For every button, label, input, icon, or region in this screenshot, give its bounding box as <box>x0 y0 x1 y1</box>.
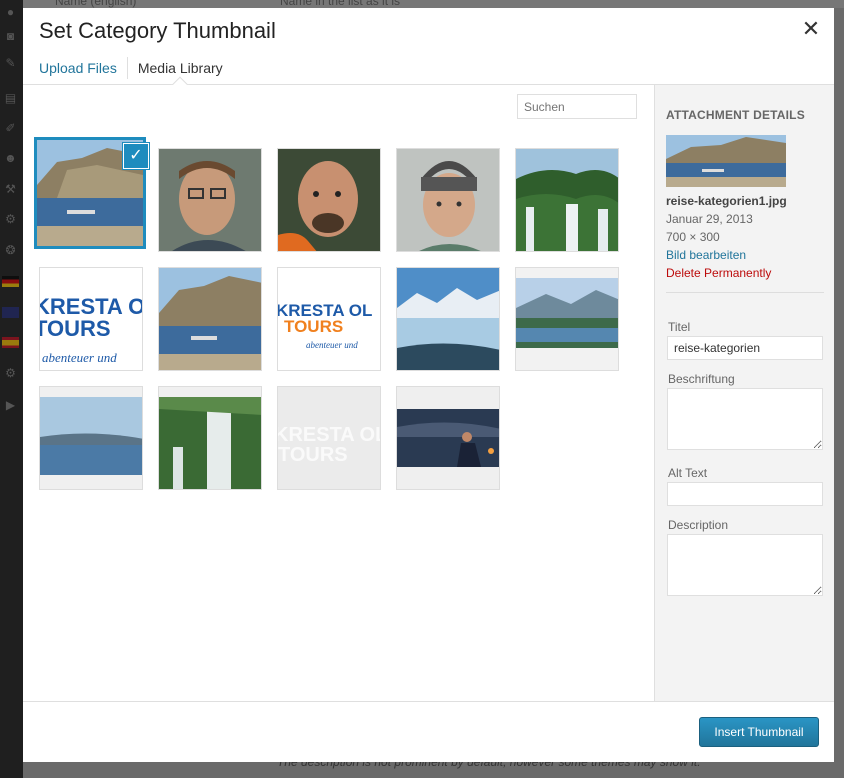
details-divider <box>666 292 824 293</box>
bg-field-label: Name (english) <box>55 0 137 8</box>
collapse-icon: ▶ <box>5 398 16 412</box>
attachment-lake-town[interactable] <box>515 267 619 371</box>
waterfall-thumbnail <box>516 149 618 251</box>
logo-text-line2: TOURS <box>40 316 111 341</box>
title-field[interactable] <box>667 336 823 360</box>
users-icon: ☻ <box>4 151 17 165</box>
german-flag-icon <box>2 276 19 287</box>
admin-right-strip <box>834 8 844 762</box>
alt-text-field[interactable] <box>667 482 823 506</box>
plugin-icon: ❂ <box>5 243 16 257</box>
modal-header: Set Category Thumbnail ✕ Upload Files Me… <box>23 8 834 85</box>
attachment-waterfall[interactable] <box>515 148 619 252</box>
edit-image-link[interactable]: Bild bearbeiten <box>666 248 746 262</box>
attachment-woman-hat[interactable] <box>396 148 500 252</box>
details-filename: reise-kategorien1.jpg <box>666 194 787 208</box>
selected-check-icon[interactable]: ✓ <box>123 143 149 169</box>
alt-text-label: Alt Text <box>668 466 708 480</box>
attachments-browser: ✓ <box>23 85 654 701</box>
attachment-details-sidebar: ATTACHMENT DETAILS reise-kategorien1.jpg… <box>654 85 834 701</box>
close-icon[interactable]: ✕ <box>800 18 822 40</box>
modal-toolbar: Insert Thumbnail <box>23 701 834 762</box>
attachment-glacier[interactable] <box>396 267 500 371</box>
lake-wide-thumbnail <box>40 387 142 489</box>
attachment-night-person[interactable] <box>396 386 500 490</box>
admin-bottom-strip: The description is not prominent by defa… <box>23 755 844 778</box>
kresta-logo-small-thumbnail: KRESTA OL TOURS abenteuer und <box>278 268 380 370</box>
pin-icon: ✎ <box>5 56 16 70</box>
caption-field[interactable] <box>667 388 823 450</box>
details-date: Januar 29, 2013 <box>666 212 753 226</box>
modal-title: Set Category Thumbnail <box>39 18 276 43</box>
logo-faded-text-line2: TOURS <box>278 444 348 466</box>
pages-icon: ▤ <box>4 91 17 105</box>
logo-faded-text-line1: KRESTA OL <box>278 424 381 446</box>
kresta-logo-thumbnail: KRESTA OL TOURS abenteuer und <box>40 268 142 370</box>
tab-upload-files[interactable]: Upload Files <box>39 57 127 79</box>
logo-small-tagline: abenteuer und <box>306 340 358 350</box>
bg-field-hint: Name in the list as it is <box>280 0 401 8</box>
lake-2-thumbnail <box>159 268 261 370</box>
man-glasses-thumbnail <box>159 149 261 251</box>
search-input[interactable] <box>517 94 637 119</box>
attachment-lake-2[interactable] <box>158 267 262 371</box>
media-router: Upload Files Media Library <box>39 56 233 80</box>
night-person-thumbnail <box>397 387 499 489</box>
tools-icon: ⚒ <box>5 182 16 196</box>
attachment-waterfall-close[interactable] <box>158 386 262 490</box>
dashboard-icon: ● <box>6 5 15 19</box>
attachment-logo-faded[interactable]: KRESTA OL TOURS <box>277 386 381 490</box>
lake-town-thumbnail <box>516 268 618 370</box>
man-bald-thumbnail <box>278 149 380 251</box>
attachment-man-bald[interactable] <box>277 148 381 252</box>
details-heading: ATTACHMENT DETAILS <box>666 108 805 122</box>
attachment-logo[interactable]: KRESTA OL TOURS abenteuer und <box>39 267 143 371</box>
description-field[interactable] <box>667 534 823 596</box>
admin-sidebar: ● ◙ ✎ ▤ ✐ ☻ ⚒ ⚙ ❂ ⚙ ▶ <box>0 0 23 778</box>
caption-label: Beschriftung <box>668 372 735 386</box>
details-dimensions: 700 × 300 <box>666 230 720 244</box>
appearance-icon: ✐ <box>5 121 16 135</box>
glacier-thumbnail <box>397 268 499 370</box>
details-thumbnail <box>666 135 786 187</box>
title-label: Titel <box>668 320 691 334</box>
insert-thumbnail-button[interactable]: Insert Thumbnail <box>699 717 819 747</box>
woman-hat-thumbnail <box>397 149 499 251</box>
comments-icon: ◙ <box>6 29 15 43</box>
gear-icon: ⚙ <box>5 366 16 380</box>
waterfall-close-thumbnail <box>159 387 261 489</box>
uk-flag-icon <box>2 307 19 318</box>
attachment-lake-wide[interactable] <box>39 386 143 490</box>
logo-tagline: abenteuer und <box>42 350 117 365</box>
kresta-logo-faded-thumbnail: KRESTA OL TOURS <box>278 387 381 489</box>
spanish-flag-icon <box>2 337 19 348</box>
media-modal: Set Category Thumbnail ✕ Upload Files Me… <box>23 8 834 762</box>
settings-icon: ⚙ <box>5 212 16 226</box>
attachment-man-glasses[interactable] <box>158 148 262 252</box>
delete-permanently-link[interactable]: Delete Permanently <box>666 266 771 280</box>
attachment-logo-small[interactable]: KRESTA OL TOURS abenteuer und <box>277 267 381 371</box>
description-label: Description <box>668 518 729 532</box>
logo-small-text-line2: TOURS <box>284 317 343 336</box>
admin-top-strip: Name (english) Name in the list as it is <box>23 0 844 8</box>
details-thumbnail-image <box>666 135 786 187</box>
